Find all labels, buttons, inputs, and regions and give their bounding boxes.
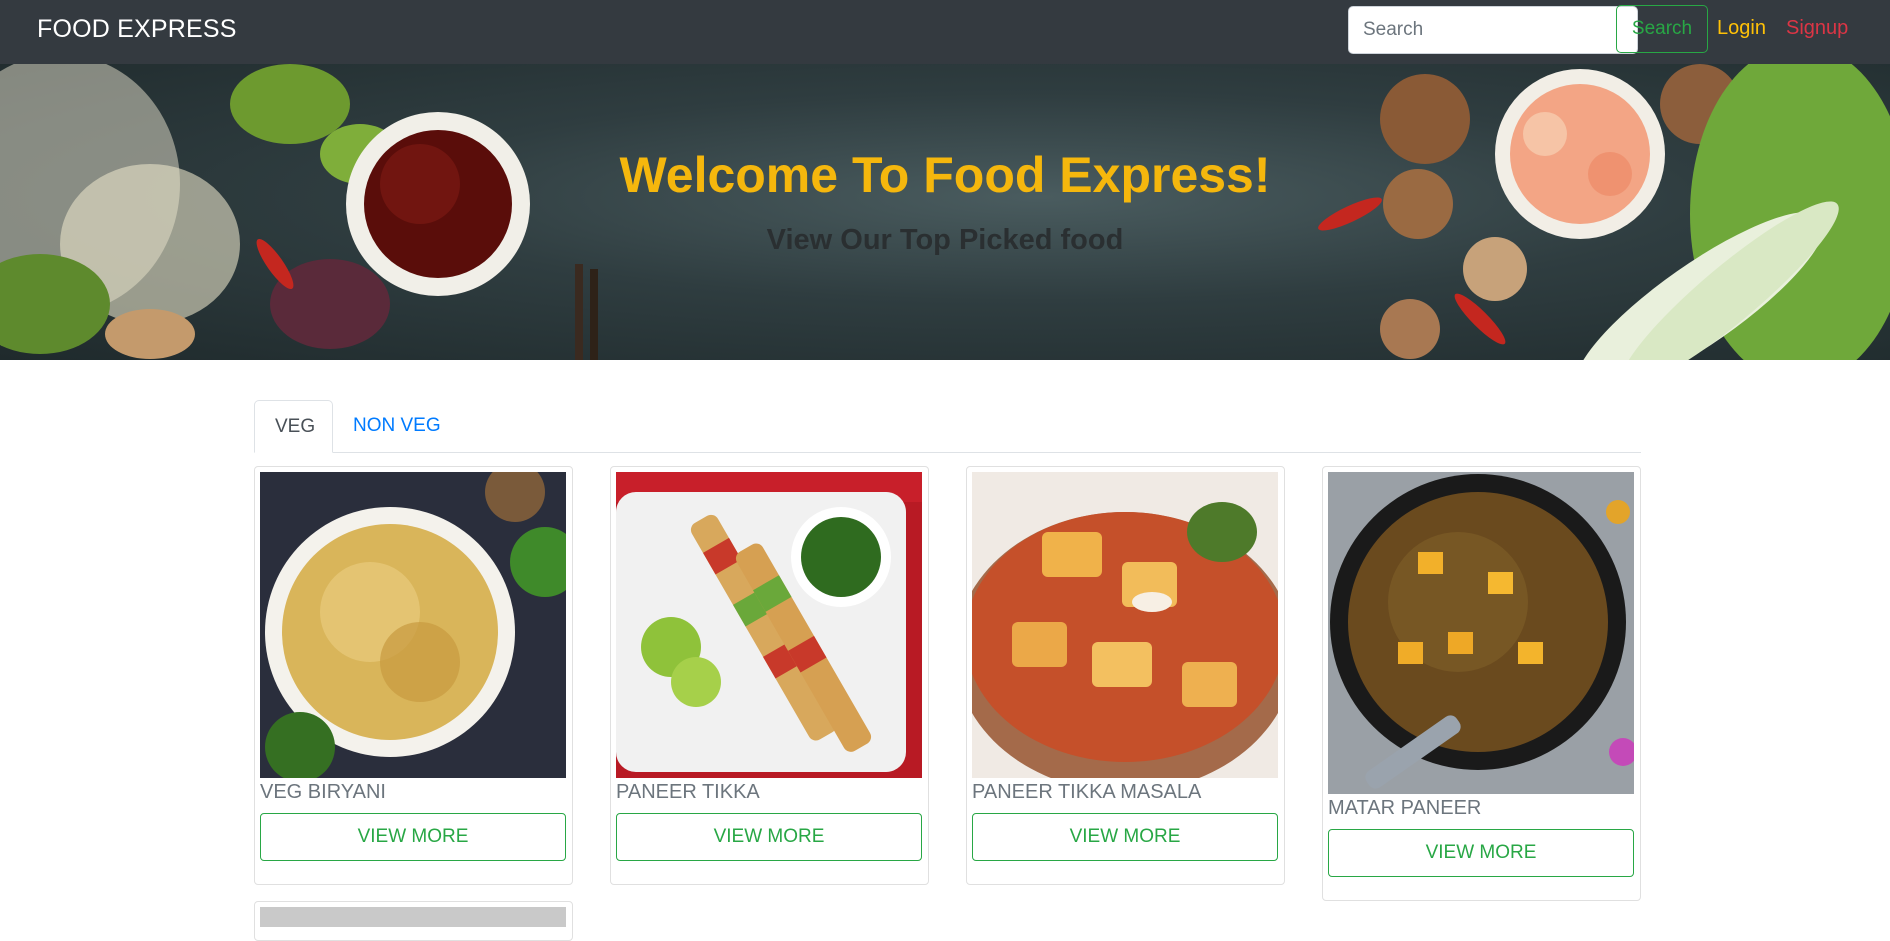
top-navbar: FOOD EXPRESS Search Login Signup (0, 0, 1890, 64)
food-card-partial (254, 901, 573, 941)
food-card: PANEER TIKKA VIEW MORE (610, 466, 929, 885)
view-more-button[interactable]: VIEW MORE (1328, 829, 1634, 877)
food-card: PANEER TIKKA MASALA VIEW MORE (966, 466, 1285, 885)
veg-biryani-image (260, 472, 566, 778)
tab-non-veg[interactable]: NON VEG (333, 400, 461, 452)
view-more-button[interactable]: VIEW MORE (260, 813, 566, 861)
brand-logo-text[interactable]: FOOD EXPRESS (37, 15, 237, 44)
hero-banner: Welcome To Food Express! View Our Top Pi… (0, 64, 1890, 360)
login-link[interactable]: Login (1717, 17, 1766, 40)
matar-paneer-image (1328, 472, 1634, 794)
category-tabs: VEG NON VEG (254, 400, 1641, 453)
next-food-image (260, 907, 566, 927)
search-input[interactable] (1348, 6, 1638, 54)
search-button[interactable]: Search (1616, 5, 1708, 53)
hero-title: Welcome To Food Express! (619, 147, 1271, 203)
food-card: VEG BIRYANI VIEW MORE (254, 466, 573, 885)
paneer-tikka-masala-image (972, 472, 1278, 778)
tab-veg[interactable]: VEG (254, 400, 333, 453)
view-more-button[interactable]: VIEW MORE (972, 813, 1278, 861)
card-title: PANEER TIKKA MASALA (972, 781, 1202, 803)
hero-background-image (0, 64, 1890, 360)
paneer-tikka-image (616, 472, 922, 778)
hero-subtitle: View Our Top Picked food (766, 224, 1124, 256)
card-title: MATAR PANEER (1328, 797, 1482, 819)
card-title: PANEER TIKKA (616, 781, 760, 803)
signup-link[interactable]: Signup (1786, 17, 1848, 40)
card-title: VEG BIRYANI (260, 781, 386, 803)
view-more-button[interactable]: VIEW MORE (616, 813, 922, 861)
food-card: MATAR PANEER VIEW MORE (1322, 466, 1641, 901)
